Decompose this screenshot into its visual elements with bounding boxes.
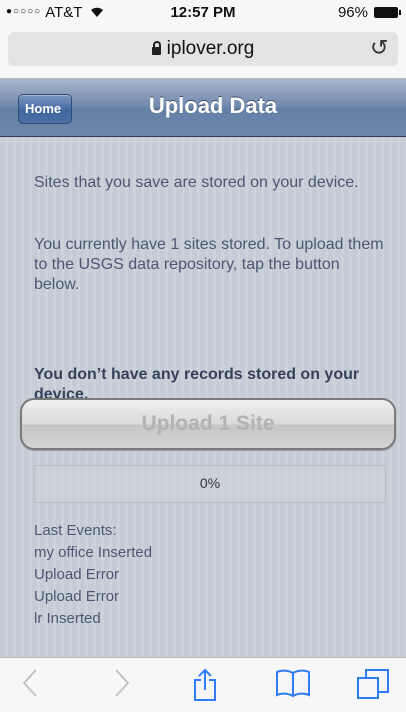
battery-icon [374,7,401,18]
url-field[interactable]: iplover.org ↻ [8,32,398,66]
forward-arrow-icon[interactable] [114,668,130,701]
address-bar: iplover.org ↻ [0,26,406,79]
share-icon[interactable] [193,668,217,702]
tabs-icon[interactable] [356,668,390,700]
upload-content: Sites that you save are stored on your d… [0,137,406,657]
sites-count-text: You currently have 1 sites stored. To up… [34,236,384,293]
battery-percent: 96% [337,4,368,21]
event-item: my office Inserted [34,544,153,561]
last-events-title: Last Events: [34,522,117,539]
lock-icon [151,41,161,55]
url-text: iplover.org [166,38,255,59]
browser-toolbar [0,657,406,712]
storage-info-text: Sites that you save are stored on your d… [34,174,359,191]
upload-progress-label: 0% [199,475,221,491]
status-bar: ●○○○○ AT&T 12:57 PM 96% [0,0,406,26]
event-item: Upload Error [34,588,120,605]
upload-progress-bar: 0% [34,465,386,503]
event-item: Upload Error [34,566,120,583]
back-arrow-icon[interactable] [22,668,38,701]
navigation-bar: Home Upload Data [0,79,406,137]
last-events-list: Last Events: my office Inserted Upload E… [34,520,384,630]
reload-icon[interactable]: ↻ [370,35,388,61]
upload-sites-button[interactable]: Upload 1 Site [20,398,396,450]
event-item: lr Inserted [34,610,101,627]
bookmarks-icon[interactable] [275,668,311,698]
battery-group: 96% [337,4,401,21]
home-button-label: Home [25,101,62,116]
